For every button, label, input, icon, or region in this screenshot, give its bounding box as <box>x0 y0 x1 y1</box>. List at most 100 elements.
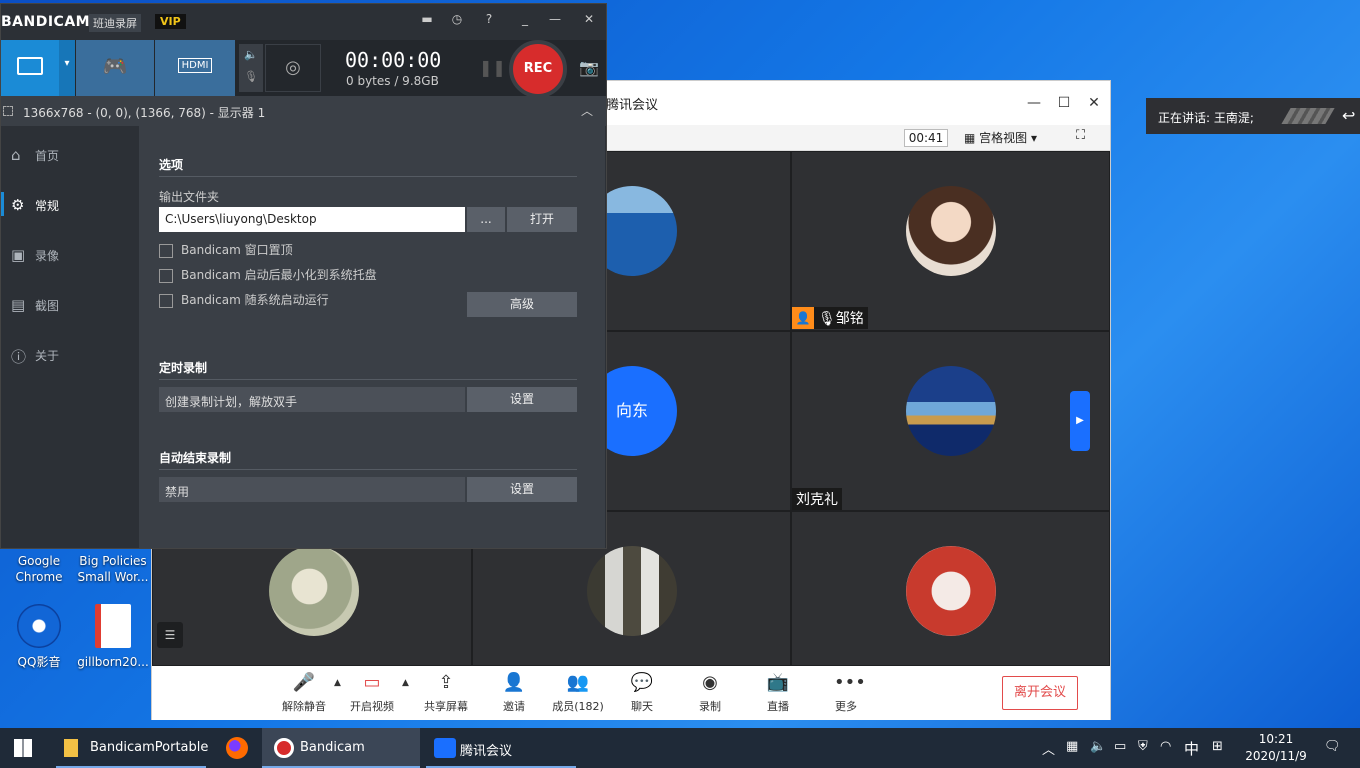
invite-button[interactable]: 👤 邀请 <box>484 672 544 714</box>
wifi-icon[interactable]: ◠ <box>1160 739 1171 768</box>
taskbar-item-bandicam[interactable]: Bandicam <box>262 728 420 768</box>
folder-icon[interactable]: ▬ <box>417 12 437 26</box>
desktop-icon-gillborn[interactable]: gillborn20... <box>74 604 152 670</box>
fullscreen-icon[interactable]: ⛶ <box>1076 128 1085 143</box>
close-icon[interactable]: ✕ <box>1084 93 1104 113</box>
screen-mode-dropdown[interactable]: ▾ <box>59 40 75 96</box>
desktop-icon-chrome[interactable]: Google Chrome <box>0 553 78 585</box>
battery-icon[interactable]: ▭ <box>1114 739 1126 768</box>
autostop-settings-button[interactable]: 设置 <box>467 477 577 502</box>
notification-icon[interactable]: 🗨 <box>1324 739 1341 768</box>
output-folder-input[interactable]: C:\Users\liuyong\Desktop <box>159 207 465 232</box>
help-icon[interactable]: ? <box>479 12 499 26</box>
participant-avatar <box>906 186 996 276</box>
chevron-up-icon[interactable]: ︿ <box>1042 739 1055 768</box>
checkbox-label: Bandicam 窗口置顶 <box>181 243 293 257</box>
ime-indicator[interactable]: 中 <box>1184 738 1199 768</box>
volume-icon[interactable]: 🔈 <box>1090 739 1106 768</box>
close-icon[interactable]: ✕ <box>579 12 599 26</box>
members-button[interactable]: 👥 成员(182) <box>548 672 608 714</box>
network-icon[interactable]: ▦ <box>1066 739 1078 768</box>
audio-options-arrow[interactable]: ▲ <box>334 678 341 688</box>
sidebar-item-label: 录像 <box>35 249 60 263</box>
browse-button[interactable]: ... <box>467 207 505 232</box>
sidebar-item-screenshot[interactable]: ▤ 截图 <box>1 284 139 324</box>
minimize-to-tray-checkbox[interactable]: Bandicam 启动后最小化到系统托盘 <box>159 266 377 283</box>
topmost-checkbox[interactable]: Bandicam 窗口置顶 <box>159 241 293 258</box>
chevron-down-icon: ▾ <box>1027 131 1038 145</box>
minimize-icon[interactable]: — <box>1024 93 1044 113</box>
camera-icon[interactable]: 📷 <box>579 58 599 77</box>
restore-icon[interactable]: — <box>545 12 565 26</box>
sidebar-item-video[interactable]: ▣ 录像 <box>1 234 139 274</box>
clock-date: 2020/11/9 <box>1245 749 1307 763</box>
taskbar-clock[interactable]: 10:21 2020/11/9 <box>1245 731 1307 765</box>
capture-area-text: 1366x768 - (0, 0), (1366, 768) - 显示器 1 <box>23 106 266 120</box>
run-on-startup-checkbox[interactable]: Bandicam 随系统启动运行 <box>159 291 329 308</box>
more-dots-icon: ••• <box>834 672 866 693</box>
checkbox-label: Bandicam 随系统启动运行 <box>181 293 329 307</box>
host-icon: 👤 <box>792 307 814 329</box>
chat-button[interactable]: 💬 聊天 <box>612 672 672 714</box>
chat-label: 聊天 <box>631 700 653 713</box>
sidebar-item-label: 截图 <box>35 299 60 313</box>
collapse-arrow-icon[interactable]: ↩ <box>1342 106 1355 125</box>
info-icon: ⓘ <box>11 348 27 366</box>
view-mode-dropdown[interactable]: ▦ 宫格视图 ▾ <box>964 129 1037 146</box>
schedule-field: 创建录制计划，解放双手 <box>159 387 465 412</box>
advanced-button[interactable]: 高级 <box>467 292 577 317</box>
share-screen-button[interactable]: ⇪ 共享屏幕 <box>416 672 476 714</box>
keyboard-grid-icon[interactable]: ⊞ <box>1212 739 1223 768</box>
meeting-timer: 00:41 <box>904 129 948 147</box>
rec-button[interactable]: REC <box>509 40 567 98</box>
checkbox-box <box>159 243 173 258</box>
bandicam-sidebar: ⌂ 首页 ⚙ 常规 ▣ 录像 ▤ 截图 ⓘ 关于 <box>1 126 139 548</box>
minimize-icon[interactable]: _ <box>515 12 535 26</box>
checkbox-label: Bandicam 启动后最小化到系统托盘 <box>181 268 377 282</box>
unmute-label: 解除静音 <box>282 700 326 713</box>
meeting-title: 腾讯会议 <box>606 98 659 113</box>
record-button[interactable]: ◉ 录制 <box>680 672 740 714</box>
sidebar-item-label: 关于 <box>35 349 60 363</box>
maximize-icon[interactable]: ☐ <box>1054 93 1074 113</box>
hdmi-mode-button[interactable]: HDMI <box>155 40 235 96</box>
more-button[interactable]: ••• 更多 <box>816 672 876 714</box>
live-button[interactable]: 📺 直播 <box>748 672 808 714</box>
start-video-button[interactable]: ▭ 开启视频 <box>342 672 402 714</box>
webcam-toggle[interactable]: ◎ <box>265 44 321 92</box>
desktop-icon-big-policies[interactable]: Big Policies Small Wor... <box>74 553 152 585</box>
participant-tile[interactable]: 👤 🎙邹铭 <box>791 151 1110 331</box>
autostop-field: 禁用 <box>159 477 465 502</box>
participant-tile[interactable]: 刘克礼 <box>791 331 1110 511</box>
mic-toggle[interactable]: 🔈 🎙 <box>239 44 263 92</box>
taskbar-item-label: 腾讯会议 <box>460 744 513 759</box>
video-options-arrow[interactable]: ▲ <box>402 678 409 688</box>
participant-tile[interactable] <box>791 511 1110 666</box>
taskbar-item-firefox[interactable] <box>214 728 258 768</box>
sidebar-item-about[interactable]: ⓘ 关于 <box>1 334 139 374</box>
leave-meeting-button[interactable]: 离开会议 <box>1002 676 1078 710</box>
settings-panel: 选项 输出文件夹 C:\Users\liuyong\Desktop ... 打开… <box>139 126 605 548</box>
capture-area-bar[interactable]: 1366x768 - (0, 0), (1366, 768) - 显示器 1 ︿ <box>1 96 606 126</box>
screen-mode-button[interactable] <box>1 40 59 96</box>
qqplayer-icon <box>17 604 61 648</box>
pause-icon[interactable]: ❚❚ <box>479 58 506 77</box>
next-page-arrow[interactable]: ▶ <box>1070 391 1090 451</box>
sidebar-item-general[interactable]: ⚙ 常规 <box>1 184 139 224</box>
open-folder-button[interactable]: 打开 <box>507 207 577 232</box>
security-shield-icon[interactable]: ⛨ <box>1138 739 1148 768</box>
sidebar-item-home[interactable]: ⌂ 首页 <box>1 134 139 174</box>
unmute-button[interactable]: 🎤 解除静音 <box>274 672 334 714</box>
windows-start-icon[interactable] <box>14 739 32 757</box>
taskbar-item-tencent-meeting[interactable]: 腾讯会议 <box>426 728 576 768</box>
list-icon[interactable]: ☰ <box>157 622 183 648</box>
game-mode-button[interactable]: 🎮 <box>76 40 154 96</box>
record-icon: ◉ <box>702 672 718 693</box>
taskbar-item-bandicamportable[interactable]: BandicamPortable <box>56 728 208 768</box>
schedule-settings-button[interactable]: 设置 <box>467 387 577 412</box>
chevron-up-icon[interactable]: ︿ <box>581 102 593 119</box>
desktop-icon-qqplayer[interactable]: QQ影音 <box>0 604 78 670</box>
image-icon: ▤ <box>11 296 26 314</box>
monitor-icon <box>17 57 43 75</box>
clock-icon[interactable]: ◷ <box>447 12 467 26</box>
